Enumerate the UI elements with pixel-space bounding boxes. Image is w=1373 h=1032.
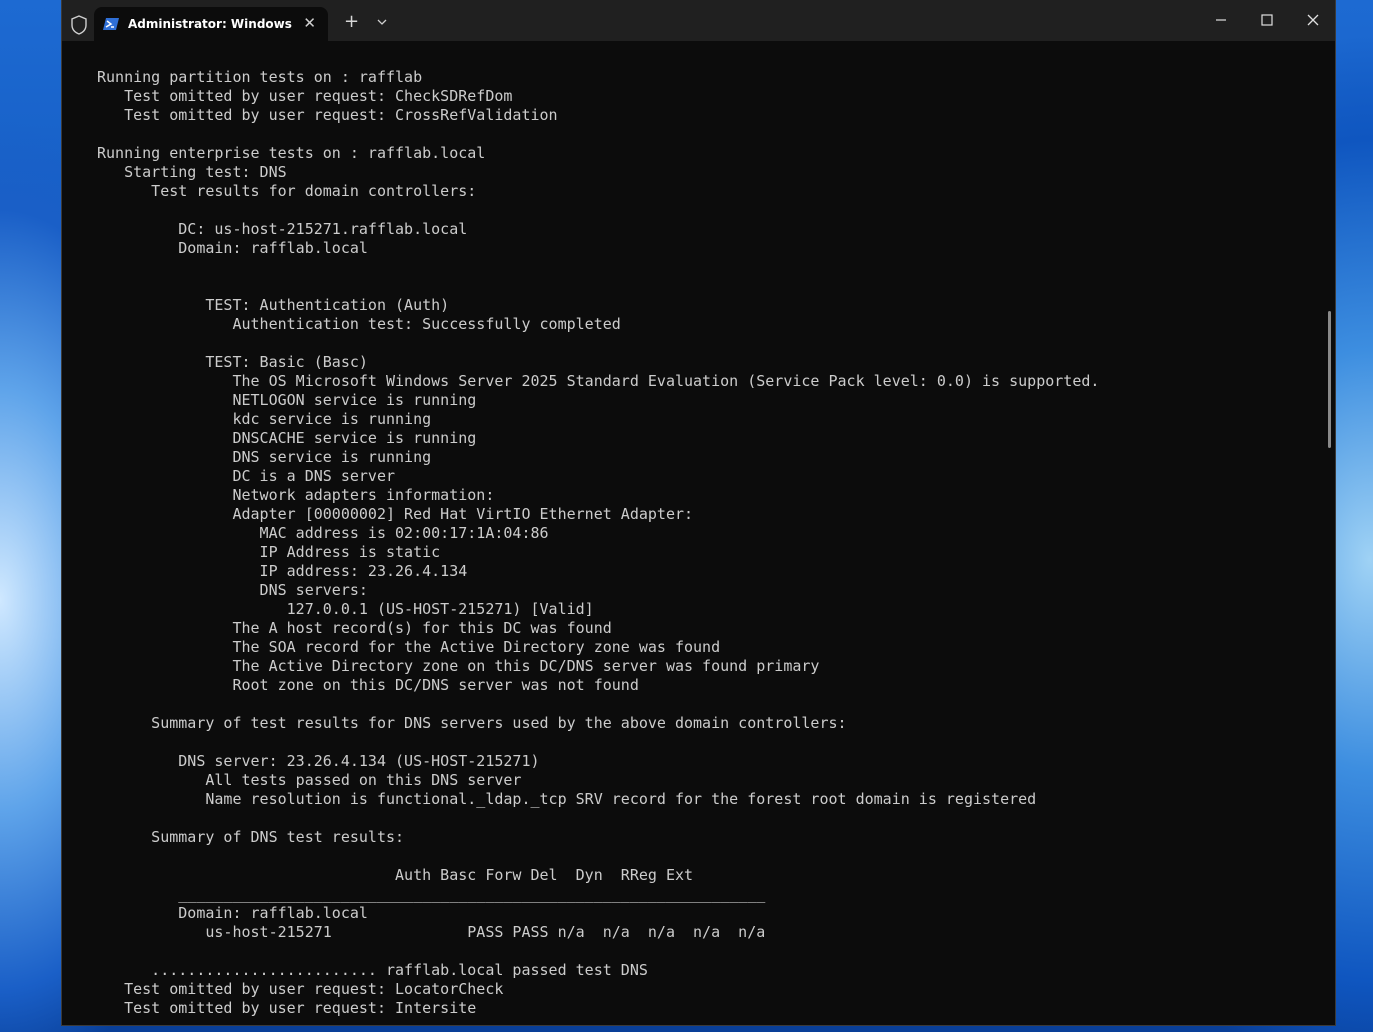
tab-title: Administrator: Windows PowerShell [128,17,292,31]
chevron-down-icon[interactable] [376,17,388,27]
terminal-line: TEST: Basic (Basc) [97,353,368,371]
minimize-icon[interactable] [1213,12,1229,28]
terminal-line: MAC address is 02:00:17:1A:04:86 [97,524,549,542]
tab-powershell[interactable]: Administrator: Windows PowerShell ✕ [94,7,328,41]
terminal-line: Test omitted by user request: Intersite [97,999,477,1017]
terminal-line: TEST: Authentication (Auth) [97,296,450,314]
terminal-line: DC: us-host-215271.rafflab.local [97,220,468,238]
terminal-line: DNS server: 23.26.4.134 (US-HOST-215271) [97,752,540,770]
terminal-line: Test omitted by user request: CheckSDRef… [97,87,513,105]
tab-close-icon[interactable]: ✕ [303,14,316,32]
shield-icon [71,15,87,35]
terminal-window: Administrator: Windows PowerShell ✕ + Ru… [61,0,1336,1026]
terminal-line: NETLOGON service is running [97,391,477,409]
terminal-line: Running enterprise tests on : rafflab.lo… [97,144,486,162]
terminal-line: IP Address is static [97,543,441,561]
terminal-line: ________________________________________… [97,885,766,903]
title-bar[interactable]: Administrator: Windows PowerShell ✕ + [62,0,1335,41]
terminal-line: us-host-215271 PASS PASS n/a n/a n/a n/a… [97,923,766,941]
close-icon[interactable] [1305,12,1321,28]
scrollbar-thumb[interactable] [1328,311,1331,448]
terminal-line: DNS service is running [97,448,432,466]
terminal-line: The OS Microsoft Windows Server 2025 Sta… [97,372,1100,390]
terminal-line: IP address: 23.26.4.134 [97,562,468,580]
new-tab-button[interactable]: + [344,12,359,32]
terminal-line: DNS servers: [97,581,368,599]
terminal-line: ......................... rafflab.local … [97,961,648,979]
terminal-line: Test results for domain controllers: [97,182,477,200]
terminal-line: DC is a DNS server [97,467,396,485]
terminal-output[interactable]: Running partition tests on : rafflab Tes… [62,41,1325,1025]
terminal-line: Starting test: DNS [97,163,287,181]
terminal-line: The SOA record for the Active Directory … [97,638,721,656]
terminal-line: The Active Directory zone on this DC/DNS… [97,657,820,675]
terminal-line: Name resolution is functional._ldap._tcp… [97,790,1037,808]
terminal-line: Test omitted by user request: CrossRefVa… [97,106,558,124]
terminal-line: DNSCACHE service is running [97,429,477,447]
terminal-text: Running partition tests on : rafflab Tes… [62,41,1325,1018]
terminal-line: 127.0.0.1 (US-HOST-215271) [Valid] [97,600,594,618]
terminal-line: Summary of DNS test results: [97,828,405,846]
terminal-line: Domain: rafflab.local [97,904,368,922]
terminal-line: Network adapters information: [97,486,495,504]
terminal-line: Adapter [00000002] Red Hat VirtIO Ethern… [97,505,694,523]
terminal-line: Test omitted by user request: LocatorChe… [97,980,504,998]
terminal-line: kdc service is running [97,410,432,428]
terminal-line: Auth Basc Forw Del Dyn RReg Ext [97,866,694,884]
terminal-line: All tests passed on this DNS server [97,771,522,789]
terminal-line: Running partition tests on : rafflab [97,68,423,86]
powershell-icon [103,18,119,30]
maximize-icon[interactable] [1259,12,1275,28]
terminal-line: Authentication test: Successfully comple… [97,315,621,333]
terminal-line: Domain: rafflab.local [97,239,368,257]
terminal-line: Summary of test results for DNS servers … [97,714,847,732]
terminal-line: The A host record(s) for this DC was fou… [97,619,612,637]
terminal-line: Root zone on this DC/DNS server was not … [97,676,639,694]
